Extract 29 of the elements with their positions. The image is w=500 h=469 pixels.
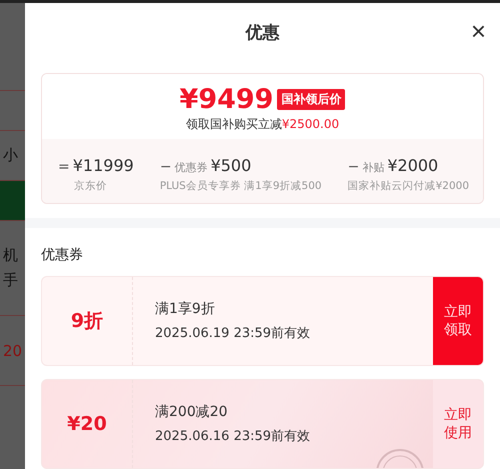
coupon-expiry: 2025.06.19 23:59前有效 xyxy=(155,325,312,342)
breakdown-caption: 京东价 xyxy=(73,179,108,193)
breakdown-amount: ¥11999 xyxy=(72,156,134,175)
section-title: 优惠券 xyxy=(41,246,84,264)
coupon-action-button[interactable]: 立即使用 xyxy=(433,380,483,468)
coupon-condition: 满200减20 xyxy=(155,403,229,421)
sheet-title: 优惠 xyxy=(246,22,280,44)
discount-note: 领取国补购买立减¥2500.00 xyxy=(186,116,340,133)
background-text: 机 xyxy=(3,246,18,265)
operator: − xyxy=(348,159,360,175)
breakdown-label: 补贴 xyxy=(362,160,384,175)
operator: − xyxy=(160,159,172,175)
background-text: 手 xyxy=(3,271,18,290)
coupon-expiry: 2025.06.16 23:59前有效 xyxy=(155,428,312,445)
price-badge: 国补领后价 xyxy=(277,89,346,110)
coupon-condition: 满1享9折 xyxy=(155,300,216,318)
breakdown-caption: 国家补贴云闪付减¥2000 xyxy=(348,179,469,193)
background-text: 小 xyxy=(3,146,18,165)
close-button[interactable]: × xyxy=(470,19,486,43)
breakdown-caption: PLUS会员专享券 满1享9折减500 xyxy=(160,179,322,193)
breakdown-amount: ¥2000 xyxy=(387,156,438,175)
final-price: ¥9499 xyxy=(180,84,274,115)
coupon-action-button[interactable]: 立即领取 xyxy=(433,277,483,365)
background-text: 20 xyxy=(3,342,22,360)
coupon-value: 9折 xyxy=(70,309,104,334)
operator: = xyxy=(58,159,70,175)
coupon-value: ¥20 xyxy=(67,413,107,435)
breakdown-amount: ¥500 xyxy=(210,156,252,175)
breakdown-label: 优惠券 xyxy=(174,160,208,175)
